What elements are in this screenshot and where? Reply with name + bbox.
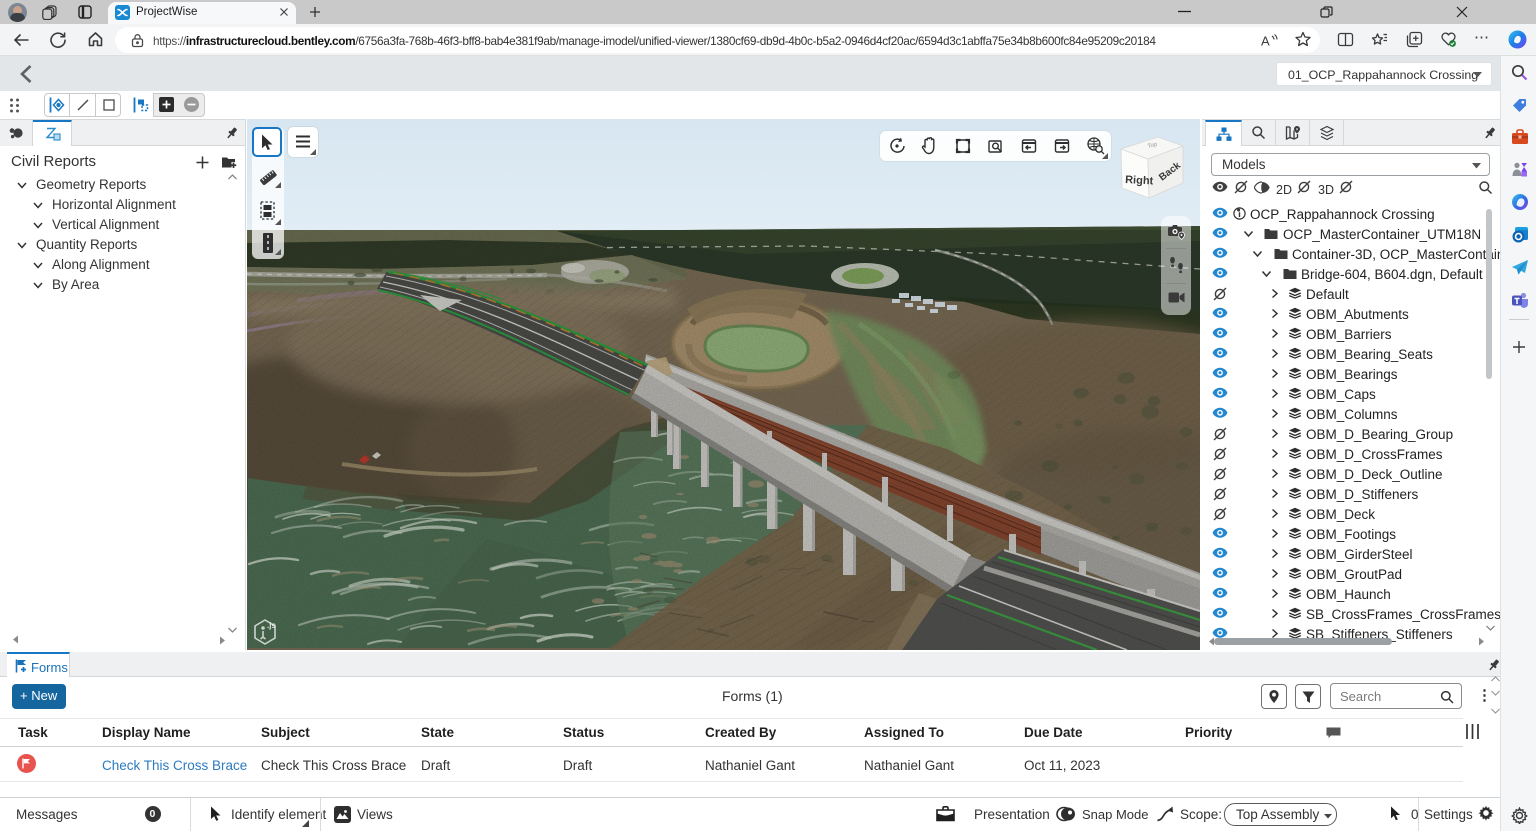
- svg-text:Right: Right: [1125, 174, 1154, 187]
- svg-text:.js: .js: [267, 621, 276, 630]
- svg-text:A: A: [1261, 34, 1270, 49]
